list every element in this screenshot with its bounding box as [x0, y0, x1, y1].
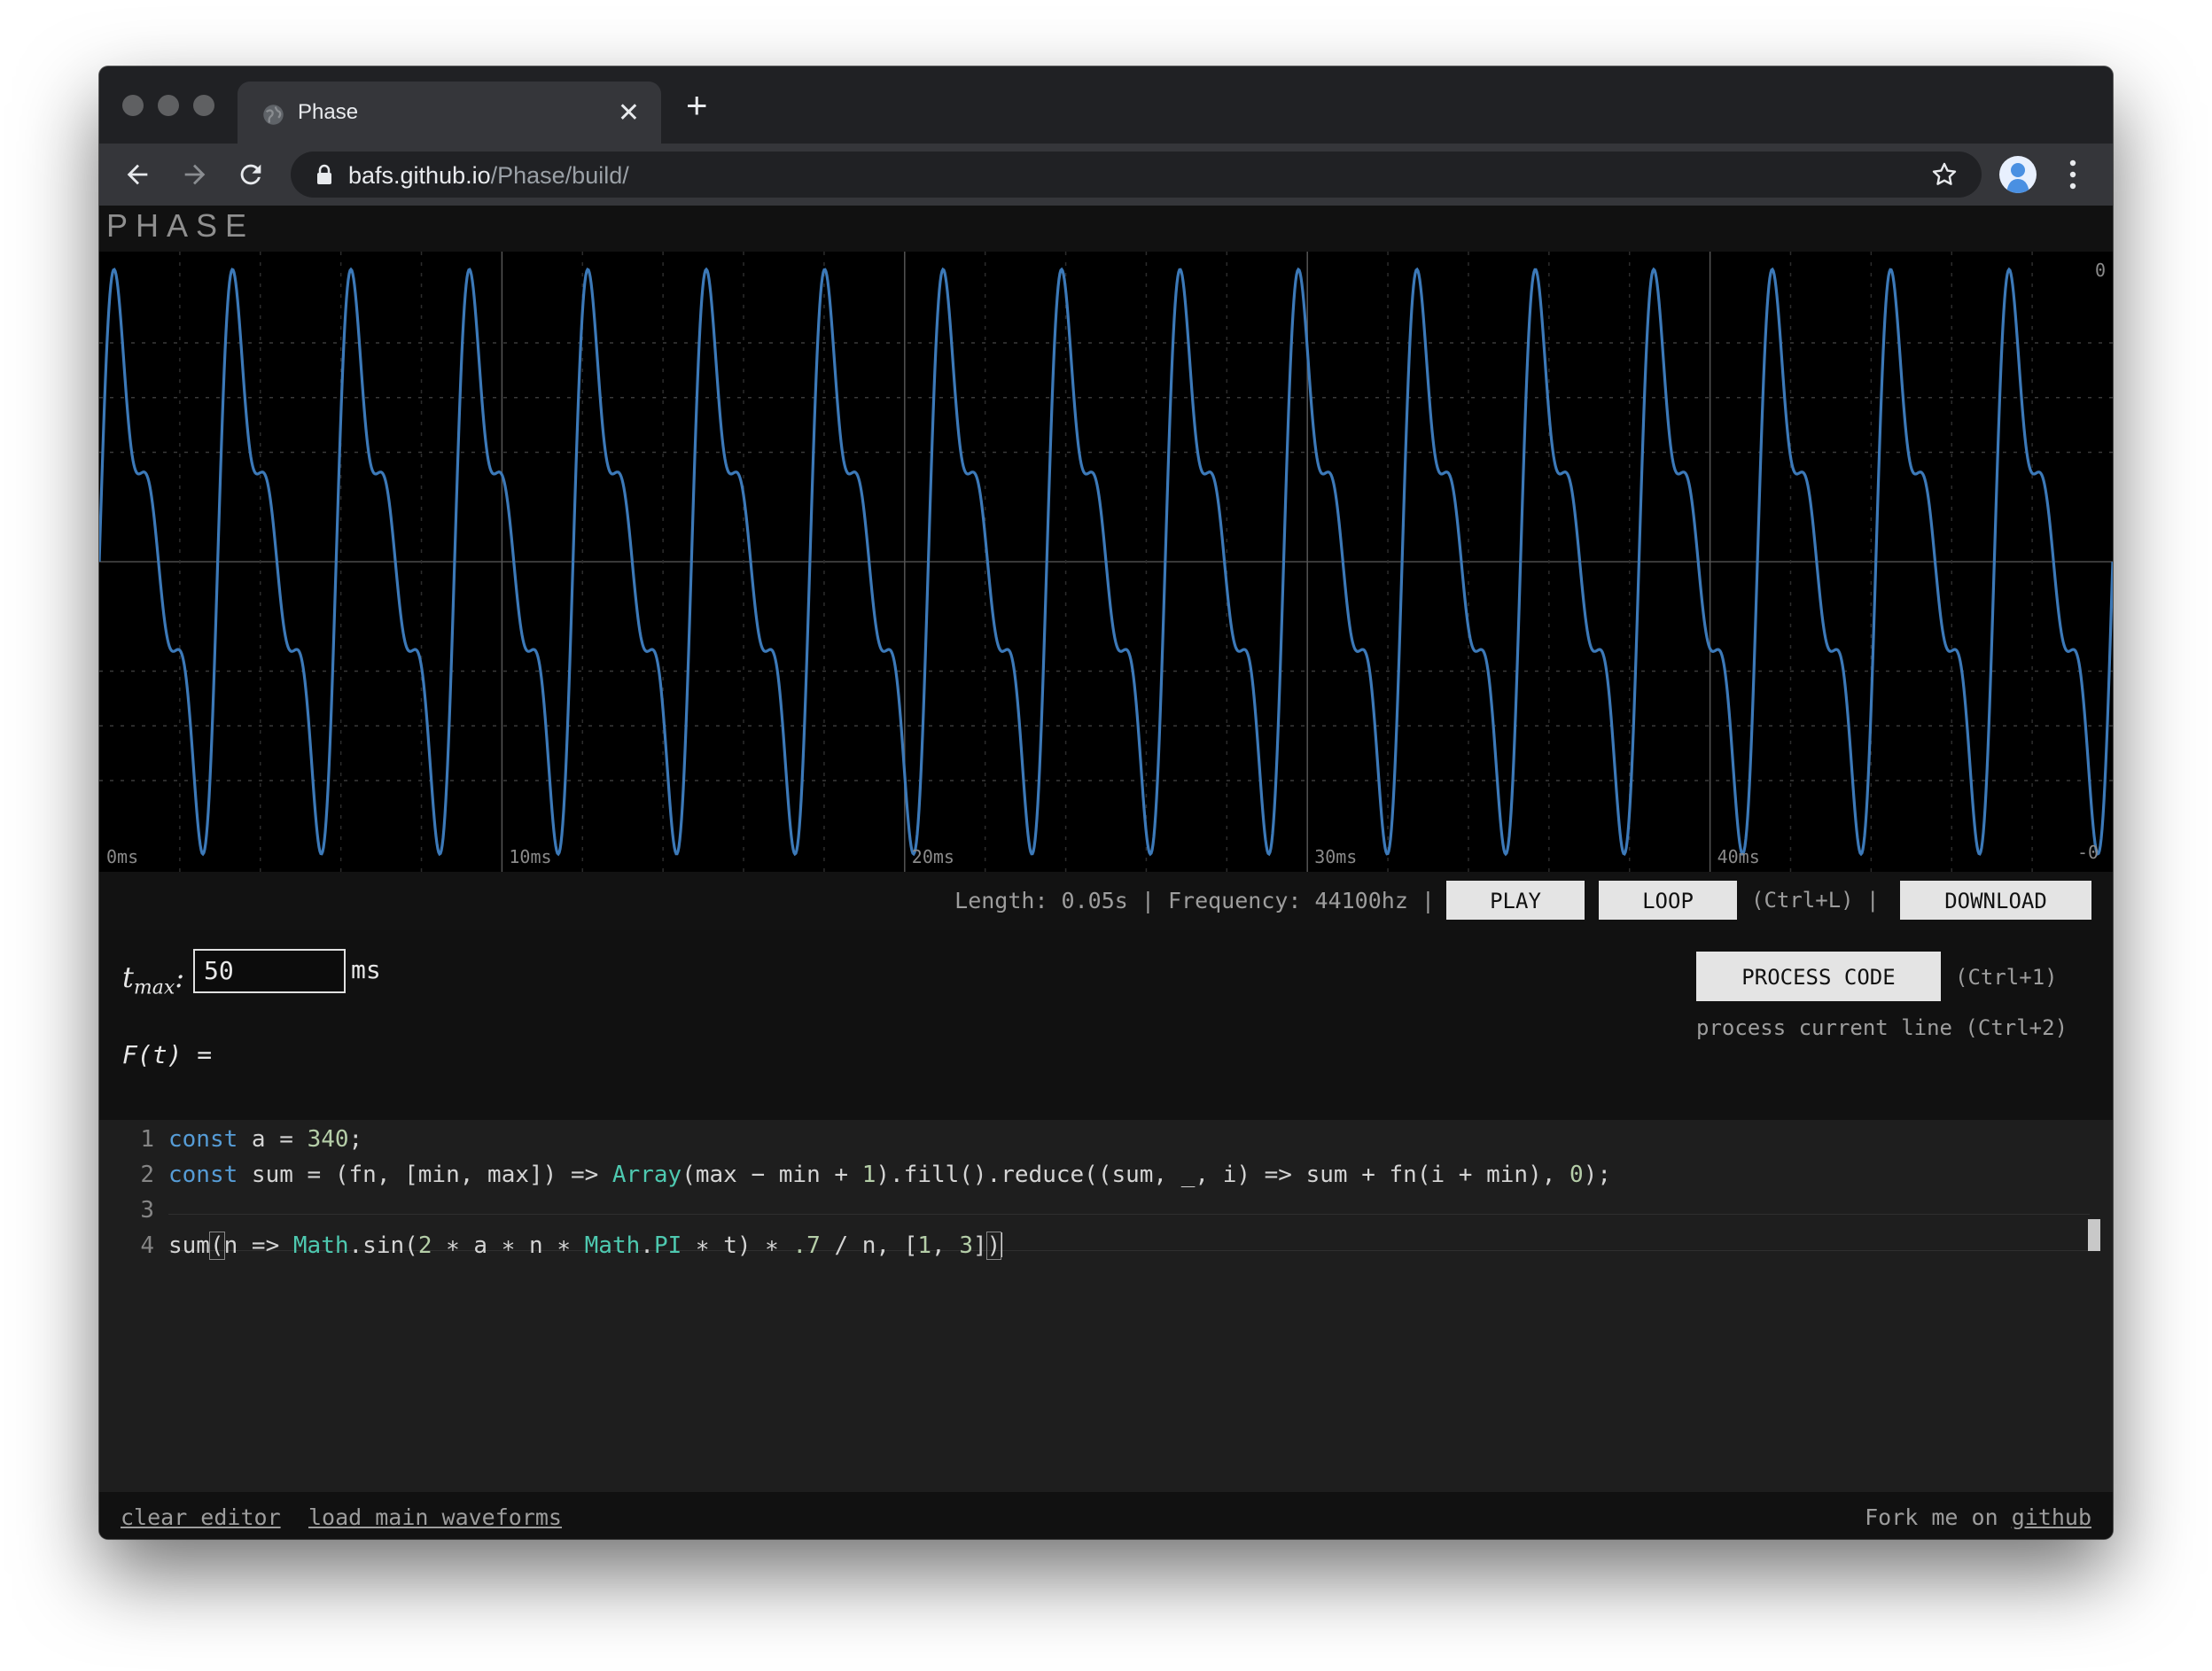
waveform-display: 0ms 10ms 20ms 30ms 40ms 0 -0 — [99, 252, 2113, 872]
code-line-4: sum(n => Math.sin(2 ∗ a ∗ n ∗ Math.PI ∗ … — [168, 1232, 1003, 1260]
profile-icon — [2006, 163, 2029, 193]
new-tab-button[interactable]: + — [686, 87, 708, 124]
github-link[interactable]: github — [2012, 1504, 2091, 1530]
url-host: bafs.github.io — [348, 162, 491, 189]
url-text: bafs.github.io/Phase/build/ — [348, 162, 629, 190]
process-line-link[interactable]: process current line (Ctrl+2) — [1696, 1015, 2068, 1040]
back-arrow-icon[interactable] — [122, 159, 152, 190]
loop-shortcut-hint: (Ctrl+L) | — [1751, 888, 1880, 913]
tmax-label-main: t — [122, 960, 134, 994]
line-number: 2 — [140, 1162, 154, 1188]
clear-editor-link[interactable]: clear editor — [121, 1504, 281, 1530]
tmax-label: tmax: — [122, 960, 184, 999]
close-window-button[interactable] — [122, 95, 144, 116]
close-tab-icon[interactable]: ✕ — [618, 97, 640, 129]
load-waveforms-link[interactable]: load main waveforms — [308, 1504, 562, 1530]
forward-arrow-icon[interactable] — [180, 159, 210, 190]
download-button[interactable]: DOWNLOAD — [1900, 881, 2091, 920]
y-min-label: -0 — [2077, 842, 2099, 863]
browser-menu-icon[interactable] — [2068, 158, 2077, 191]
tmax-unit: ms — [351, 955, 381, 984]
audio-info: Length: 0.05s | Frequency: 44100hz | — [954, 888, 1435, 913]
tab-phase[interactable]: Phase ✕ — [238, 82, 661, 145]
profile-avatar[interactable] — [1999, 156, 2037, 193]
line-number: 1 — [140, 1126, 154, 1153]
y-max-label: 0 — [2095, 260, 2106, 281]
address-bar[interactable]: bafs.github.io/Phase/build/ — [291, 152, 1982, 198]
time-tick-label: 20ms — [912, 846, 954, 867]
play-button[interactable]: PLAY — [1446, 881, 1585, 920]
process-code-button[interactable]: PROCESS CODE — [1696, 952, 1941, 1001]
code-editor[interactable]: 1 2 3 4 const a = 340; const sum = (fn, … — [99, 1120, 2113, 1535]
tmax-label-sub: max — [133, 976, 175, 999]
reload-icon[interactable] — [236, 159, 266, 190]
tab-title: Phase — [298, 100, 359, 124]
browser-toolbar: bafs.github.io/Phase/build/ — [99, 144, 2113, 206]
tmax-input[interactable]: 50 — [193, 949, 346, 993]
page: PHASE 0ms 10ms 20ms 30ms 40ms 0 -0 Length: 0.0… — [99, 206, 2113, 1539]
formula-label: F(t) = — [122, 1040, 213, 1069]
process-shortcut-hint: (Ctrl+1) — [1955, 965, 2058, 990]
editor-scrollbar[interactable] — [2088, 1219, 2100, 1251]
time-tick-label: 10ms — [509, 846, 551, 867]
minimize-window-button[interactable] — [158, 95, 179, 116]
line-number: 3 — [140, 1197, 154, 1224]
app-title: PHASE — [106, 207, 255, 244]
url-path: /Phase/build/ — [490, 162, 629, 189]
tab-strip: Phase ✕ + — [99, 66, 2113, 145]
waveform-chart: 0ms 10ms 20ms 30ms 40ms 0 -0 — [99, 252, 2113, 872]
maximize-window-button[interactable] — [193, 95, 214, 116]
lock-icon — [317, 164, 331, 184]
fork-note: Fork me on github — [1865, 1504, 2091, 1530]
tmax-colon: : — [175, 960, 185, 994]
loop-button[interactable]: LOOP — [1599, 881, 1737, 920]
code-line-1: const a = 340; — [168, 1126, 363, 1153]
code-line-2: const sum = (fn, [min, max]) => Array(ma… — [168, 1162, 1611, 1188]
globe-icon — [263, 105, 284, 125]
time-tick-label: 40ms — [1717, 846, 1760, 867]
fork-text: Fork me on — [1865, 1504, 1998, 1530]
footer: clear editor load main waveforms Fork me… — [99, 1492, 2113, 1539]
line-number: 4 — [140, 1232, 154, 1259]
playback-controls: Length: 0.05s | Frequency: 44100hz | PLA… — [99, 872, 2113, 930]
time-tick-label: 0ms — [106, 846, 138, 867]
time-tick-label: 30ms — [1314, 846, 1357, 867]
bookmark-star-icon[interactable] — [1930, 160, 1959, 189]
browser-window: Phase ✕ + bafs.github.io/Phase/build/ PH… — [99, 66, 2113, 1539]
